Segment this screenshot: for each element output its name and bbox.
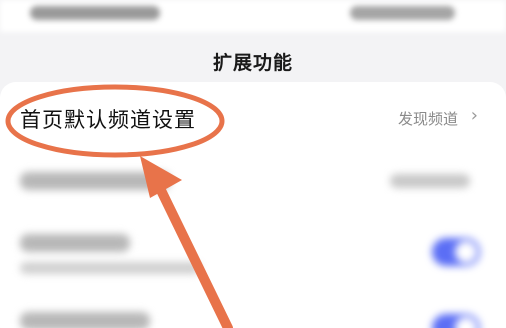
blurred-text <box>20 234 130 252</box>
blurred-setting-row-3[interactable] <box>0 306 506 328</box>
blurred-setting-row-1[interactable] <box>0 160 506 204</box>
blurred-text <box>20 172 170 190</box>
section-title: 扩展功能 <box>212 52 293 74</box>
blurred-top-row <box>0 0 506 32</box>
blurred-toggle-switch[interactable] <box>432 314 480 328</box>
toggle-knob <box>455 241 477 263</box>
blurred-value <box>390 174 470 188</box>
blurred-toggle-switch[interactable] <box>432 238 480 266</box>
homepage-default-channel-label: 首页默认频道设置 <box>20 108 196 132</box>
homepage-default-channel-value: 发现频道 <box>397 110 458 128</box>
blurred-subtext <box>20 262 200 274</box>
toggle-knob <box>455 317 477 328</box>
blurred-text <box>20 312 150 328</box>
homepage-default-channel-row[interactable]: 首页默认频道设置 发现频道 › <box>0 90 506 146</box>
blurred-value <box>350 6 455 20</box>
chevron-right-icon: › <box>470 105 478 126</box>
blurred-setting-row-2[interactable] <box>0 228 506 284</box>
settings-screen: 扩展功能 首页默认频道设置 发现频道 › <box>0 0 506 328</box>
blurred-text <box>30 6 160 20</box>
